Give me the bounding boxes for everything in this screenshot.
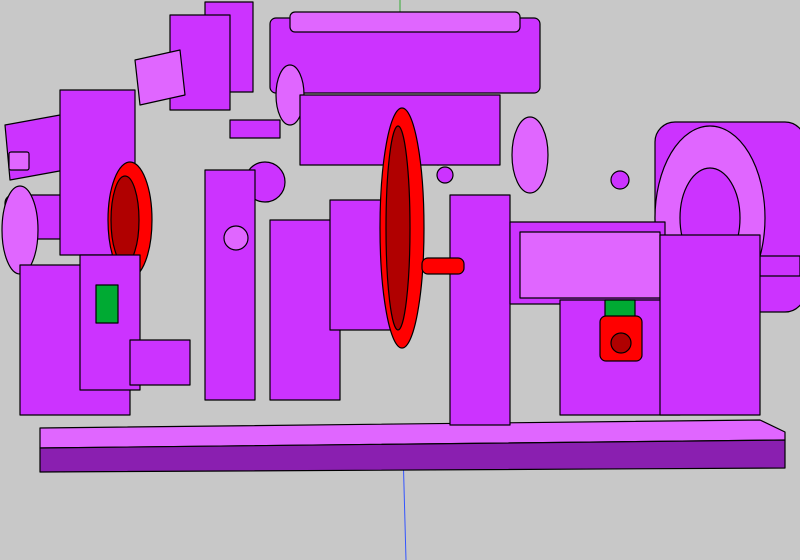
right-housing-inner [519,231,661,299]
bevel-gear-bolt [436,166,454,184]
red-coupling-bore [610,332,632,354]
top-housing-lid [289,11,521,33]
machine-assembly [1,1,800,473]
motor-shaft [759,255,800,277]
machine-model[interactable] [0,0,800,560]
small-square-cap [8,151,30,171]
center-column-right [449,194,511,426]
gear-shaft-left [229,119,281,139]
red-shaft-pin [421,257,465,275]
left-foot-block [129,339,191,386]
3d-viewport[interactable] [0,0,800,560]
center-column-left [204,169,256,401]
worm-gear-right [511,116,549,194]
left-shaft-endcap [1,185,39,275]
motor-hub-bolt [610,170,630,190]
green-indicator-left [95,284,119,324]
left-bracket-plate [134,49,186,106]
red-pulley-face [385,125,411,331]
left-shaft-bolt [223,225,249,251]
red-flywheel-left-rim [110,175,140,265]
right-mounting-block [659,234,761,416]
